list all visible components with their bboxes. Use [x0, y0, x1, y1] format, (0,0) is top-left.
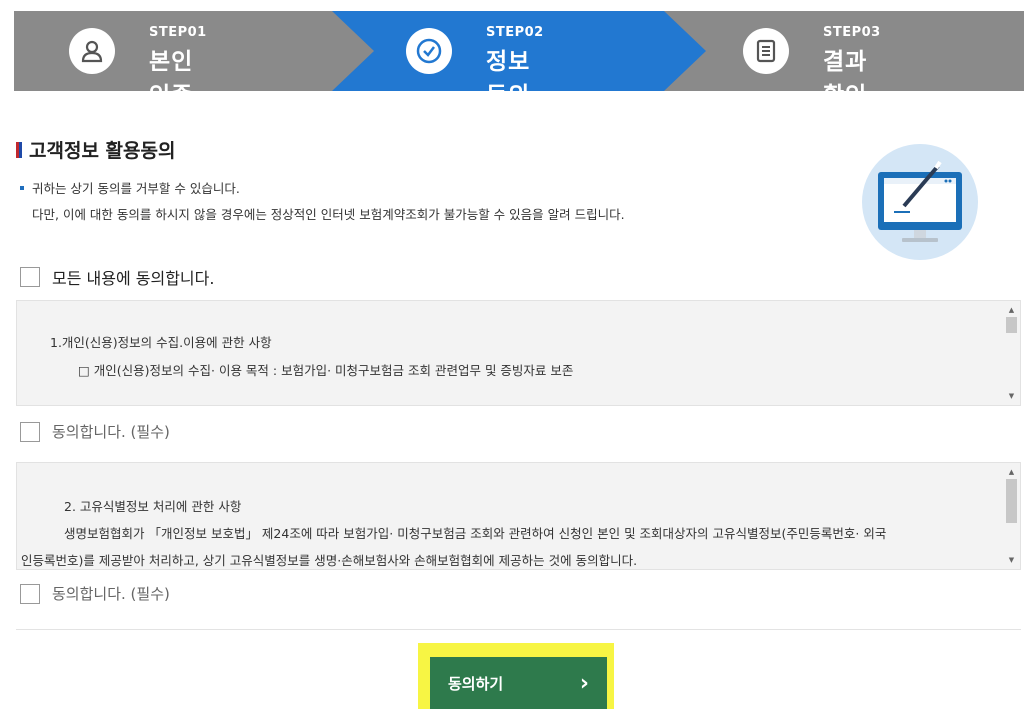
agree-label-1: 동의합니다. (필수): [52, 423, 170, 441]
terms-2-body: 생명보험협회가 「개인정보 보호법」 제24조에 따라 보험가입· 미청구보험금…: [64, 526, 887, 541]
step-2-name: 정보동의: [486, 49, 531, 109]
agree-all-checkbox[interactable]: 모든 내용에 동의합니다.: [20, 265, 214, 289]
step-2-number: STEP02: [486, 25, 544, 40]
agree-box-2[interactable]: [20, 583, 40, 604]
agree-checkbox-2[interactable]: 동의합니다. (필수): [20, 583, 170, 604]
scrollbar[interactable]: ▲ ▼: [1003, 301, 1020, 405]
terms-2-body-cont: 인등록번호)를 제공받아 처리하고, 상기 고유식별정보를 생명·손해보험사와 …: [21, 553, 638, 568]
scroll-down-icon[interactable]: ▼: [1003, 389, 1020, 403]
agree-checkbox-1[interactable]: 동의합니다. (필수): [20, 421, 170, 442]
scroll-up-icon[interactable]: ▲: [1003, 465, 1020, 479]
step-1-name: 본인인증: [149, 49, 194, 109]
step-1-number: STEP01: [149, 25, 207, 40]
bullet-icon: [20, 186, 24, 190]
step-3-name: 결과확인: [823, 49, 868, 109]
terms-box-1[interactable]: 1.개인(신용)정보의 수집.이용에 관한 사항 □ 개인(신용)정보의 수집·…: [16, 300, 1021, 406]
divider: [16, 629, 1021, 630]
section-title-text: 고객정보 활용동의: [29, 140, 176, 162]
scroll-down-icon[interactable]: ▼: [1003, 553, 1020, 567]
scrollbar[interactable]: ▲ ▼: [1003, 463, 1020, 569]
terms-2-heading: 2. 고유식별정보 처리에 관한 사항: [64, 499, 242, 514]
step-3-number: STEP03: [823, 25, 881, 40]
section-title: 고객정보 활용동의: [16, 136, 175, 163]
person-icon: [69, 28, 115, 74]
scroll-thumb[interactable]: [1006, 479, 1017, 523]
title-marker: [16, 142, 22, 158]
step-progress-bar: STEP01 본인인증 STEP02 정보동의 STEP03 결과확인: [14, 11, 1024, 109]
agree-submit-button[interactable]: 동의하기 ›: [430, 657, 607, 709]
terms-box-2[interactable]: 2. 고유식별정보 처리에 관한 사항 생명보험협회가 「개인정보 보호법」 제…: [16, 462, 1021, 570]
monitor-illustration-icon: [862, 144, 978, 260]
notice-line-1: 귀하는 상기 동의를 거부할 수 있습니다.: [32, 181, 240, 196]
check-circle-icon: [406, 28, 452, 74]
agree-all-label: 모든 내용에 동의합니다.: [52, 269, 215, 288]
scroll-up-icon[interactable]: ▲: [1003, 303, 1020, 317]
terms-1-heading: 1.개인(신용)정보의 수집.이용에 관한 사항: [50, 335, 272, 350]
notice-line-2: 다만, 이에 대한 동의를 하시지 않을 경우에는 정상적인 인터넷 보험계약조…: [32, 207, 625, 222]
agree-all-box[interactable]: [20, 267, 40, 287]
scroll-thumb[interactable]: [1006, 317, 1017, 333]
agree-box-1[interactable]: [20, 421, 40, 442]
terms-1-body: □ 개인(신용)정보의 수집· 이용 목적 : 보험가입· 미청구보험금 조회 …: [78, 363, 574, 378]
agree-submit-label: 동의하기: [448, 674, 504, 693]
chevron-right-icon: ›: [579, 670, 589, 696]
agree-label-2: 동의합니다. (필수): [52, 585, 170, 603]
document-icon: [743, 28, 789, 74]
notice-text: 귀하는 상기 동의를 거부할 수 있습니다. 다만, 이에 대한 동의를 하시지…: [20, 176, 625, 228]
